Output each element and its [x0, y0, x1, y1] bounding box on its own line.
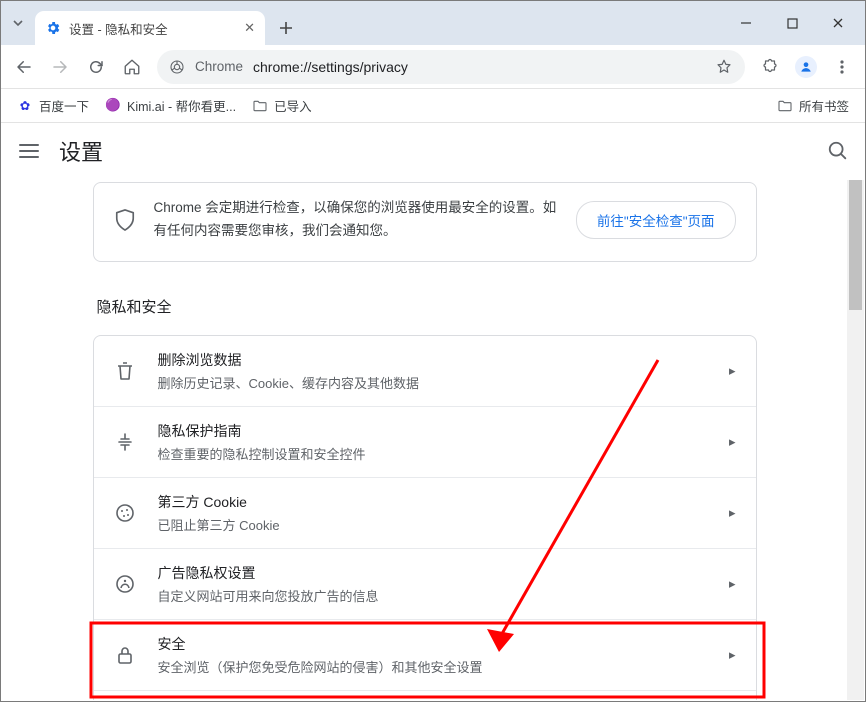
chevron-right-icon: ▸ — [729, 505, 736, 521]
window-titlebar: 设置 - 隐私和安全 ✕ — [1, 1, 865, 45]
chevron-right-icon: ▸ — [729, 434, 736, 450]
folder-icon — [252, 98, 268, 114]
window-controls — [723, 1, 861, 45]
row-ad-privacy[interactable]: 广告隐私权设置 自定义网站可用来向您投放广告的信息 ▸ — [94, 548, 756, 619]
folder-icon — [777, 98, 793, 114]
nav-home[interactable] — [115, 50, 149, 84]
privacy-settings-card: 删除浏览数据 删除历史记录、Cookie、缓存内容及其他数据 ▸ 隐私保护指南 … — [93, 335, 757, 700]
nav-back[interactable] — [7, 50, 41, 84]
tab-title: 设置 - 隐私和安全 — [69, 19, 168, 38]
go-to-safety-check-button[interactable]: 前往"安全检查"页面 — [576, 201, 736, 239]
row-title: 广告隐私权设置 — [158, 563, 707, 583]
bookmark-folder[interactable]: 已导入 — [246, 92, 318, 119]
row-desc: 检查重要的隐私控制设置和安全控件 — [158, 444, 707, 463]
shield-icon — [114, 208, 136, 232]
lock-icon — [114, 645, 136, 665]
row-site-settings[interactable]: 网站设置 控制网站可以使用和显示的信息（位置信息、摄像头、弹出式窗口等） ▸ — [94, 690, 756, 700]
window-minimize[interactable] — [723, 8, 769, 38]
nav-forward[interactable] — [43, 50, 77, 84]
content-viewport: Chrome 会定期进行检查，以确保您的浏览器使用最安全的设置。如有任何内容需要… — [2, 180, 864, 700]
row-title: 删除浏览数据 — [158, 350, 707, 370]
omnibox-site-label: Chrome — [195, 59, 243, 74]
all-bookmarks-label: 所有书签 — [799, 96, 849, 115]
row-clear-browsing-data[interactable]: 删除浏览数据 删除历史记录、Cookie、缓存内容及其他数据 ▸ — [94, 336, 756, 406]
row-security[interactable]: 安全 安全浏览（保护您免受危险网站的侵害）和其他安全设置 ▸ — [94, 619, 756, 690]
row-title: 隐私保护指南 — [158, 421, 707, 441]
tabs-dropdown[interactable] — [1, 1, 35, 45]
reload-icon — [87, 58, 105, 76]
chrome-logo-icon — [169, 59, 185, 75]
new-tab-button[interactable] — [271, 13, 301, 43]
avatar — [795, 56, 817, 78]
row-privacy-guide[interactable]: 隐私保护指南 检查重要的隐私控制设置和安全控件 ▸ — [94, 406, 756, 477]
browser-toolbar: Chrome chrome://settings/privacy — [1, 45, 865, 89]
omnibox-url: chrome://settings/privacy — [253, 59, 705, 75]
browser-menu[interactable] — [825, 50, 859, 84]
safety-check-description: Chrome 会定期进行检查，以确保您的浏览器使用最安全的设置。如有任何内容需要… — [154, 197, 558, 243]
bookmark-item[interactable]: ✿ 百度一下 — [11, 92, 95, 119]
chevron-right-icon: ▸ — [729, 576, 736, 592]
safety-check-card: Chrome 会定期进行检查，以确保您的浏览器使用最安全的设置。如有任何内容需要… — [93, 182, 757, 262]
section-heading-privacy: 隐私和安全 — [97, 296, 757, 317]
arrow-left-icon — [15, 58, 33, 76]
row-desc: 已阻止第三方 Cookie — [158, 515, 707, 534]
home-icon — [123, 58, 141, 76]
omnibox[interactable]: Chrome chrome://settings/privacy — [157, 50, 745, 84]
bookmark-label: 已导入 — [274, 96, 312, 115]
paw-icon: ✿ — [17, 98, 33, 114]
browser-tab[interactable]: 设置 - 隐私和安全 ✕ — [35, 11, 265, 45]
bookmarks-bar: ✿ 百度一下 🟣 Kimi.ai - 帮你看更... 已导入 所有书签 — [1, 89, 865, 123]
site-icon: 🟣 — [105, 98, 121, 114]
window-maximize[interactable] — [769, 8, 815, 38]
puzzle-icon — [761, 58, 779, 76]
search-icon — [827, 140, 849, 162]
all-bookmarks[interactable]: 所有书签 — [771, 92, 855, 119]
settings-search-button[interactable] — [827, 140, 849, 162]
trash-icon — [114, 361, 136, 381]
chevron-right-icon: ▸ — [729, 363, 736, 379]
row-desc: 删除历史记录、Cookie、缓存内容及其他数据 — [158, 373, 707, 392]
ads-icon — [114, 574, 136, 594]
gear-icon — [45, 20, 61, 36]
row-desc: 自定义网站可用来向您投放广告的信息 — [158, 586, 707, 605]
row-title: 第三方 Cookie — [158, 492, 707, 512]
row-title: 安全 — [158, 634, 707, 654]
profile-button[interactable] — [789, 50, 823, 84]
scrollbar[interactable] — [847, 180, 864, 700]
settings-header: 设置 — [1, 123, 865, 179]
bookmark-label: Kimi.ai - 帮你看更... — [127, 96, 236, 115]
row-third-party-cookies[interactable]: 第三方 Cookie 已阻止第三方 Cookie ▸ — [94, 477, 756, 548]
scrollbar-thumb[interactable] — [849, 180, 862, 310]
settings-menu-button[interactable] — [17, 143, 41, 159]
page-title: 设置 — [59, 135, 103, 167]
plus-icon — [279, 21, 293, 35]
bookmark-item[interactable]: 🟣 Kimi.ai - 帮你看更... — [99, 92, 242, 119]
bookmark-star[interactable] — [715, 58, 733, 76]
tab-close[interactable]: ✕ — [244, 20, 255, 36]
chevron-down-icon — [12, 17, 24, 29]
star-icon — [715, 58, 733, 76]
row-desc: 安全浏览（保护您免受危险网站的侵害）和其他安全设置 — [158, 657, 707, 676]
bookmark-label: 百度一下 — [39, 96, 89, 115]
nav-reload[interactable] — [79, 50, 113, 84]
cookie-icon — [114, 503, 136, 523]
hamburger-icon — [19, 143, 39, 159]
arrow-right-icon — [51, 58, 69, 76]
kebab-icon — [834, 59, 850, 75]
chevron-right-icon: ▸ — [729, 647, 736, 663]
window-close[interactable] — [815, 8, 861, 38]
extensions-button[interactable] — [753, 50, 787, 84]
guide-icon — [114, 432, 136, 452]
